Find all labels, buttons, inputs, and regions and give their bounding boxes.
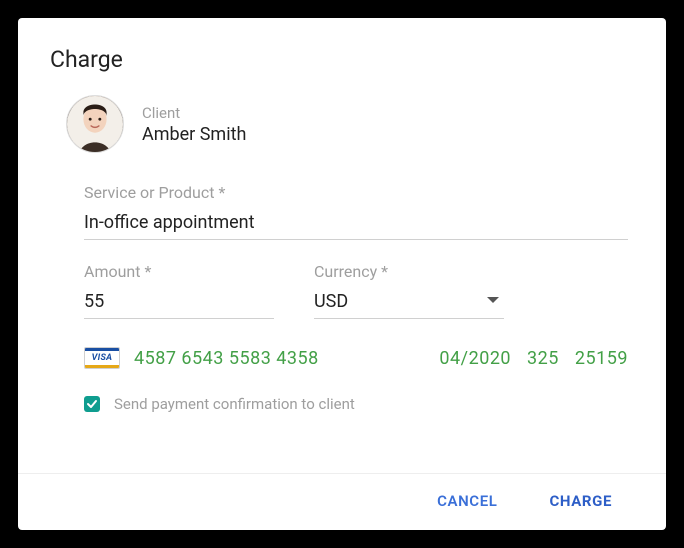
client-avatar xyxy=(66,95,124,153)
service-label: Service or Product * xyxy=(84,183,628,202)
card-zip[interactable]: 25159 xyxy=(575,348,628,369)
card-expiry[interactable]: 04/2020 xyxy=(439,348,511,369)
confirmation-row: Send payment confirmation to client xyxy=(84,395,628,413)
card-brand-icon: VISA xyxy=(84,347,120,369)
check-icon xyxy=(86,398,98,410)
currency-select[interactable] xyxy=(314,287,504,319)
service-input[interactable] xyxy=(84,208,628,240)
confirmation-checkbox[interactable] xyxy=(84,396,100,412)
amount-currency-row: Amount * Currency * xyxy=(84,262,628,319)
client-row: Client Amber Smith xyxy=(50,95,634,153)
avatar-image xyxy=(67,96,123,152)
cancel-button[interactable]: CANCEL xyxy=(429,488,505,514)
dialog-title: Charge xyxy=(50,46,634,73)
service-field: Service or Product * xyxy=(84,183,628,240)
client-info: Client Amber Smith xyxy=(142,104,246,145)
charge-button[interactable]: CHARGE xyxy=(542,488,621,514)
card-number[interactable]: 4587 6543 5583 4358 xyxy=(134,348,425,369)
charge-dialog: Charge Client Amber Smith Service or Pro… xyxy=(18,18,666,530)
dialog-actions: CANCEL CHARGE xyxy=(50,474,634,514)
confirmation-label: Send payment confirmation to client xyxy=(114,395,355,413)
card-details: 04/2020 325 25159 xyxy=(439,348,628,369)
amount-input[interactable] xyxy=(84,287,274,319)
client-label: Client xyxy=(142,104,246,122)
client-name: Amber Smith xyxy=(142,124,246,145)
currency-field: Currency * xyxy=(314,262,504,319)
form-body: Service or Product * Amount * Currency *… xyxy=(50,183,634,453)
amount-label: Amount * xyxy=(84,262,274,281)
currency-label: Currency * xyxy=(314,262,504,281)
card-cvc[interactable]: 325 xyxy=(527,348,559,369)
card-row: VISA 4587 6543 5583 4358 04/2020 325 251… xyxy=(84,347,628,369)
amount-field: Amount * xyxy=(84,262,274,319)
